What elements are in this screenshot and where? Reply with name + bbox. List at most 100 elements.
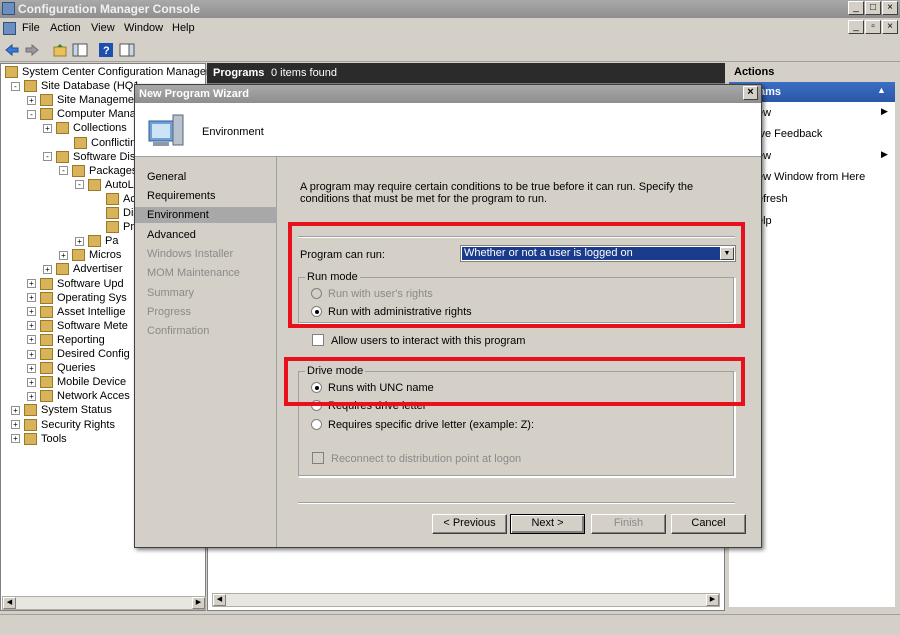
wizard-nav-advanced[interactable]: Advanced [135,227,277,243]
separator [298,502,735,504]
expand-icon[interactable]: + [27,377,36,387]
tree-item-queries[interactable]: + Queries [27,362,96,376]
show-hide-action-pane-icon[interactable] [119,42,135,58]
runs-with-unc-radio[interactable] [311,382,322,393]
child-restore-icon[interactable]: ▫ [865,20,881,34]
tree-item-reporting[interactable]: + Reporting [27,334,105,348]
back-arrow-icon[interactable] [4,42,20,58]
collapse-icon[interactable]: - [11,81,20,91]
previous-button[interactable]: < Previous [432,514,507,534]
wizard-nav-requirements[interactable]: Requirements [135,188,277,204]
child-close-icon[interactable]: × [882,20,898,34]
expand-icon[interactable]: + [11,434,20,444]
help-icon[interactable]: ? [98,42,114,58]
collapse-icon[interactable]: - [43,152,52,162]
tree-item-label: Packages [89,164,138,177]
requires-drive-letter-radio[interactable] [311,400,322,411]
tree-item-site-management[interactable]: + Site Management [27,94,143,108]
finish-button[interactable]: Finish [591,514,666,534]
wizard-nav-environment[interactable]: Environment [135,207,277,223]
results-horizontal-scrollbar[interactable]: ◀ ▶ [212,593,720,607]
expand-icon[interactable]: + [27,363,36,373]
scroll-left-icon[interactable]: ◀ [213,594,226,606]
tree-item-desired-config[interactable]: + Desired Config [27,348,130,362]
tree-item-operating-sys[interactable]: + Operating Sys [27,292,127,306]
expand-icon[interactable]: + [27,349,36,359]
tree-item-advertiser[interactable]: + Advertiser [43,263,123,277]
close-icon[interactable]: × [882,1,898,15]
menu-action[interactable]: Action [50,22,81,34]
requires-specific-drive-radio[interactable] [311,419,322,430]
wizard-nav-general[interactable]: General [135,169,277,185]
expand-icon[interactable]: + [75,236,84,246]
expand-icon[interactable]: + [11,420,20,430]
tree-item-micros[interactable]: + Micros [59,249,121,263]
chevron-down-icon[interactable]: ▼ [720,247,734,260]
tree-item-pa[interactable]: + Pa [75,235,118,249]
tree-item-asset-intellige[interactable]: + Asset Intellige [27,306,125,320]
menu-view[interactable]: View [91,22,115,34]
program-can-run-select[interactable]: Whether or not a user is logged on ▼ [460,245,736,262]
expand-icon[interactable]: + [27,307,36,317]
collapse-icon[interactable]: ▲ [877,85,886,95]
tree-item-tools[interactable]: + Tools [11,433,67,447]
menu-file[interactable]: File [22,22,40,34]
collapse-icon[interactable]: - [59,166,68,176]
wizard-title-bar: New Program Wizard × [135,85,761,103]
tree-item-security-rights[interactable]: + Security Rights [11,419,115,433]
menu-window[interactable]: Window [124,22,163,34]
expand-icon[interactable]: + [11,405,20,415]
tree-item-system-center-configuration-manager[interactable]: System Center Configuration Manager [5,66,210,80]
run-with-user-rights-radio[interactable] [311,288,322,299]
tree-item-label: Software Upd [57,277,124,290]
run-with-admin-rights-radio[interactable] [311,306,322,317]
reconnect-checkbox[interactable] [312,452,324,464]
expand-icon[interactable]: + [43,264,52,274]
tree-item-system-status[interactable]: + System Status [11,404,112,418]
expand-icon[interactable]: + [59,250,68,260]
cancel-button[interactable]: Cancel [671,514,746,534]
allow-interact-checkbox[interactable] [312,334,324,346]
tree-item-software-distr[interactable]: - Software Distr [43,151,142,165]
scroll-right-icon[interactable]: ▶ [192,597,205,609]
tree-item-computer-manage[interactable]: - Computer Manage [27,108,148,122]
scroll-right-icon[interactable]: ▶ [706,594,719,606]
expand-icon[interactable]: + [27,279,36,289]
console-menu-icon[interactable] [3,22,16,35]
maximize-icon[interactable]: □ [865,1,881,15]
collapse-icon[interactable]: - [27,109,36,119]
expand-icon[interactable]: + [27,321,36,331]
tree-item-site-database-hq1[interactable]: - Site Database (HQ1 - [11,80,146,94]
minimize-icon[interactable]: _ [848,1,864,15]
tree-item-mobile-device[interactable]: + Mobile Device [27,376,126,390]
tree-item-dis[interactable]: Dis [91,207,139,221]
program-can-run-label: Program can run: [300,249,385,261]
tree-horizontal-scrollbar[interactable]: ◀ ▶ [2,596,206,610]
show-hide-tree-icon[interactable] [72,42,88,58]
tree-item-ac[interactable]: Ac [91,193,136,207]
collapse-icon[interactable]: - [75,180,84,190]
menu-help[interactable]: Help [172,22,195,34]
tree-item-packages[interactable]: - Packages [59,165,137,179]
tree-item-network-acces[interactable]: + Network Acces [27,390,130,404]
expand-icon[interactable]: + [27,293,36,303]
tree-item-label: Asset Intellige [57,305,126,318]
folder-icon [40,305,53,318]
tree-item-pr[interactable]: Pr [91,221,134,235]
expand-icon[interactable]: + [27,391,36,401]
tree-item-autolo[interactable]: - AutoLo [75,179,140,193]
tree-item-software-upd[interactable]: + Software Upd [27,278,124,292]
scroll-left-icon[interactable]: ◀ [3,597,16,609]
expand-icon[interactable]: + [43,123,52,133]
tree-item-software-mete[interactable]: + Software Mete [27,320,128,334]
tree-item-collections[interactable]: + Collections [43,122,127,136]
next-button[interactable]: Next > [510,514,585,534]
wizard-close-button[interactable]: × [743,86,758,100]
child-minimize-icon[interactable]: _ [848,20,864,34]
up-folder-icon[interactable] [52,42,68,58]
expand-icon[interactable]: + [27,95,36,105]
actions-section-title: ams [759,86,782,98]
expand-icon[interactable]: + [27,335,36,345]
forward-arrow-icon[interactable] [24,42,40,58]
runs-with-unc-label: Runs with UNC name [328,382,434,394]
